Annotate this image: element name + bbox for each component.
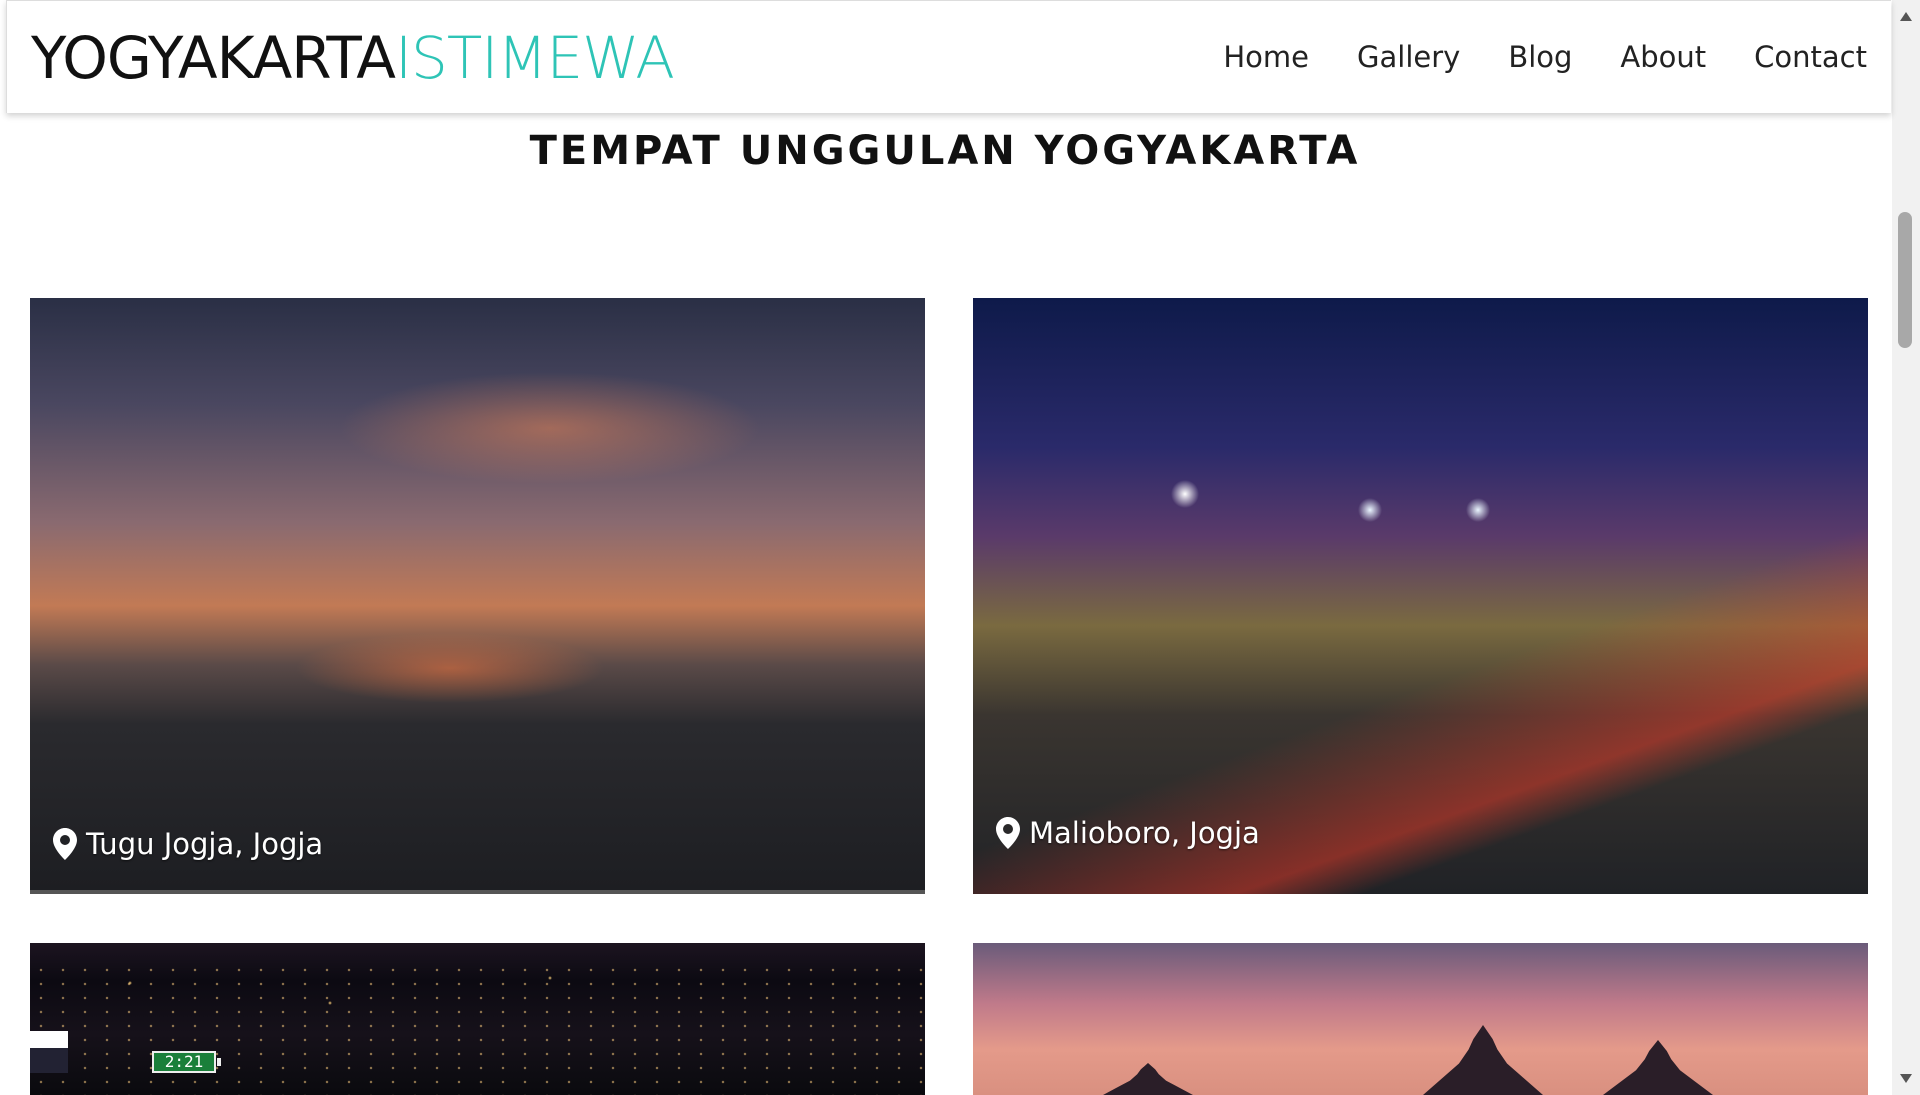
place-card-city-lights[interactable]: 2:21 xyxy=(30,943,925,1095)
place-photo-prambanan xyxy=(973,943,1868,1095)
brand-accent: ISTIMEWA xyxy=(394,24,675,92)
map-marker-icon xyxy=(996,817,1020,849)
place-caption: Tugu Jogja, Jogja xyxy=(52,827,323,861)
nav-home[interactable]: Home xyxy=(1223,35,1309,79)
place-card-malioboro[interactable]: Malioboro, Jogja xyxy=(973,298,1868,894)
place-card-prambanan[interactable] xyxy=(973,943,1868,1095)
roadside-sign xyxy=(30,1031,68,1073)
place-photo-malioboro xyxy=(973,298,1868,894)
place-photo-tugu xyxy=(30,298,925,890)
vertical-scrollbar[interactable] xyxy=(1892,0,1920,1095)
scroll-thumb[interactable] xyxy=(1898,212,1912,348)
place-caption-text: Tugu Jogja, Jogja xyxy=(86,827,324,861)
place-card-tugu[interactable]: Tugu Jogja, Jogja xyxy=(30,298,925,894)
nav-about[interactable]: About xyxy=(1620,35,1706,79)
site-logo[interactable]: YOGYAKARTAISTIMEWA xyxy=(31,23,675,93)
nav-contact[interactable]: Contact xyxy=(1754,35,1867,79)
battery-overlay: 2:21 xyxy=(152,1051,221,1073)
brand-primary: YOGYAKARTA xyxy=(31,24,396,92)
place-caption-text: Malioboro, Jogja xyxy=(1029,816,1260,850)
map-marker-icon xyxy=(53,828,77,860)
nav-gallery[interactable]: Gallery xyxy=(1357,35,1460,79)
nav-blog[interactable]: Blog xyxy=(1508,35,1572,79)
place-caption: Malioboro, Jogja xyxy=(995,816,1260,850)
section-title: TEMPAT UNGGULAN YOGYAKARTA xyxy=(529,128,1361,174)
scroll-down-arrow-icon[interactable] xyxy=(1900,1074,1912,1083)
scroll-up-arrow-icon[interactable] xyxy=(1900,12,1912,21)
main-nav: Home Gallery Blog About Contact xyxy=(1223,35,1867,79)
city-lights-texture xyxy=(30,963,925,1095)
site-header: YOGYAKARTAISTIMEWA Home Gallery Blog Abo… xyxy=(6,0,1891,113)
